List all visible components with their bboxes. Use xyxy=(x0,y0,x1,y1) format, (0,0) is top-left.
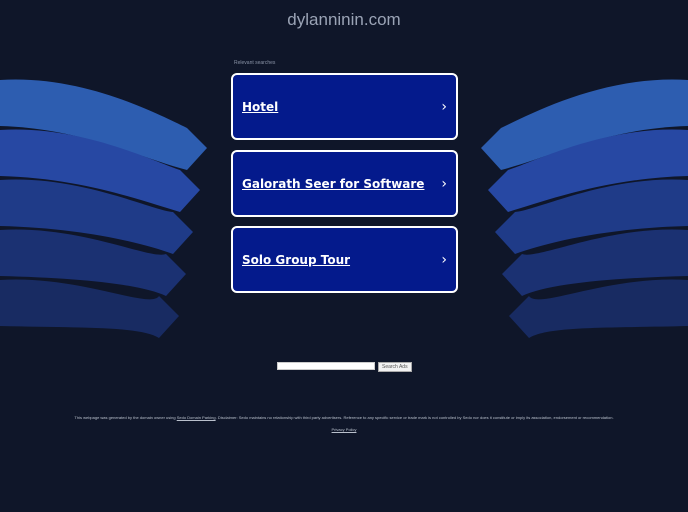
chevron-right-icon: › xyxy=(441,251,447,268)
link-label: Solo Group Tour xyxy=(242,252,351,267)
search-ads-button[interactable]: Search Ads xyxy=(378,362,412,372)
disclaimer-text-2: . Disclaimer: Sedo maintains no relation… xyxy=(215,415,614,420)
privacy-policy-link[interactable]: Privacy Policy xyxy=(332,427,357,432)
link-label: Galorath Seer for Software xyxy=(242,176,425,191)
chevron-right-icon: › xyxy=(441,175,447,192)
search-link-solo-group-tour[interactable]: Solo Group Tour › xyxy=(231,226,458,293)
domain-title: dylanninin.com xyxy=(287,10,401,29)
chevron-right-icon: › xyxy=(441,98,447,115)
disclaimer-text: This webpage was generated by the domain… xyxy=(74,415,177,420)
sedo-parking-link[interactable]: Sedo Domain Parking xyxy=(177,415,216,420)
link-label: Hotel xyxy=(242,99,279,114)
search-input[interactable] xyxy=(277,362,375,370)
disclaimer: This webpage was generated by the domain… xyxy=(0,415,688,420)
search-link-galorath[interactable]: Galorath Seer for Software › xyxy=(231,150,458,217)
relevant-searches-label: Relevant searches xyxy=(234,60,276,66)
search-link-hotel[interactable]: Hotel › xyxy=(231,73,458,140)
